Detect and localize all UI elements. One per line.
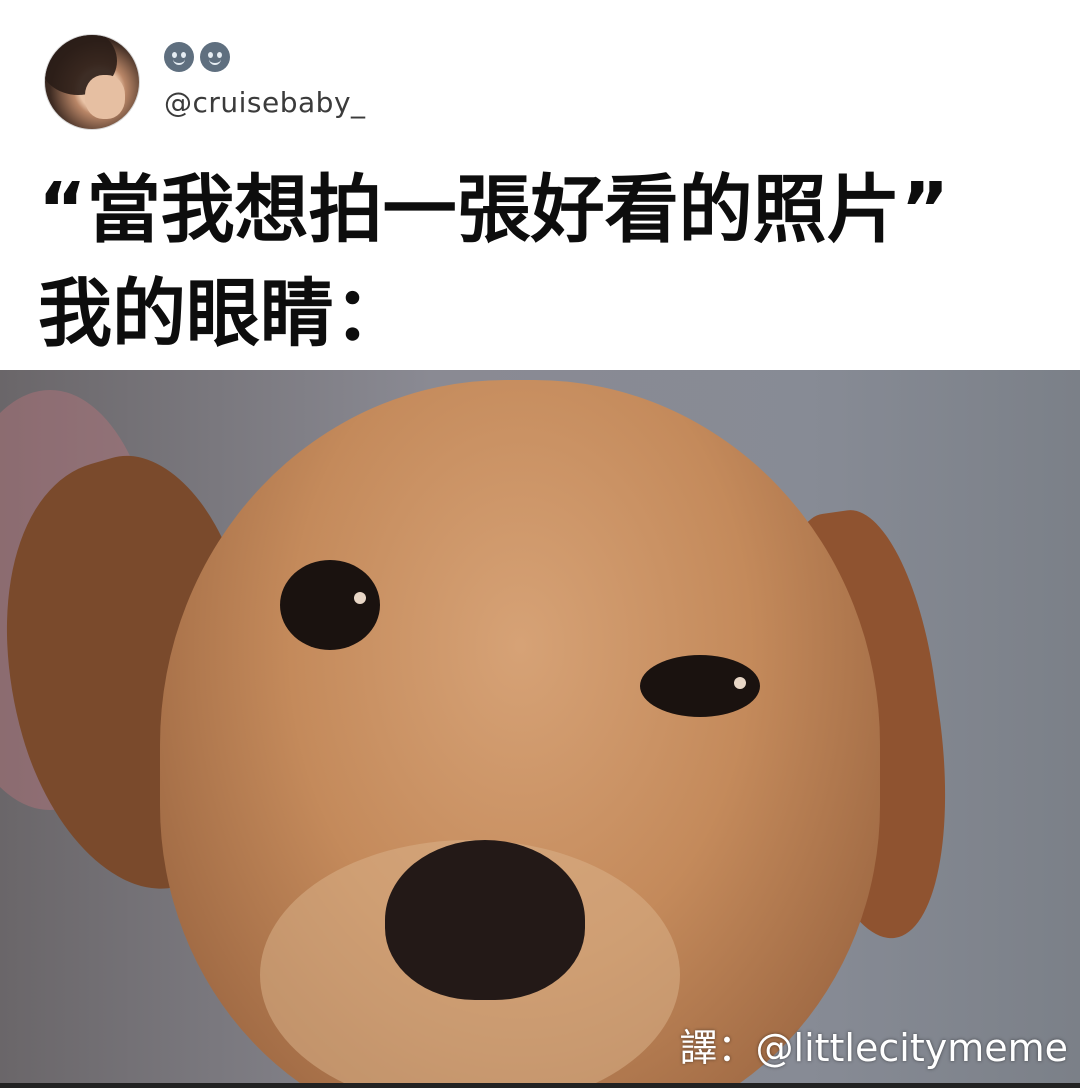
caption-line-1: “當我想拍一張好看的照片” <box>38 167 950 253</box>
display-name-emojis <box>164 42 230 72</box>
tweet-caption: “當我想拍一張好看的照片” 我的眼睛： <box>38 158 1048 366</box>
tweet-header: @cruisebaby_ “當我想拍一張好看的照片” 我的眼睛： <box>0 0 1080 370</box>
slight-smile-emoji-icon <box>164 42 194 72</box>
slight-smile-emoji-icon <box>200 42 230 72</box>
dog-left-eye <box>280 560 380 650</box>
bottom-divider <box>0 1083 1080 1088</box>
avatar-face <box>85 75 125 119</box>
dog-nose <box>385 840 585 1000</box>
dog-photo: 譯：@littlecitymeme <box>0 370 1080 1088</box>
caption-line-2: 我的眼睛： <box>38 271 408 357</box>
user-handle[interactable]: @cruisebaby_ <box>164 86 366 119</box>
avatar[interactable] <box>44 34 140 130</box>
translation-credit: 譯：@littlecitymeme <box>679 1026 1068 1070</box>
dog-right-eye <box>640 655 760 717</box>
